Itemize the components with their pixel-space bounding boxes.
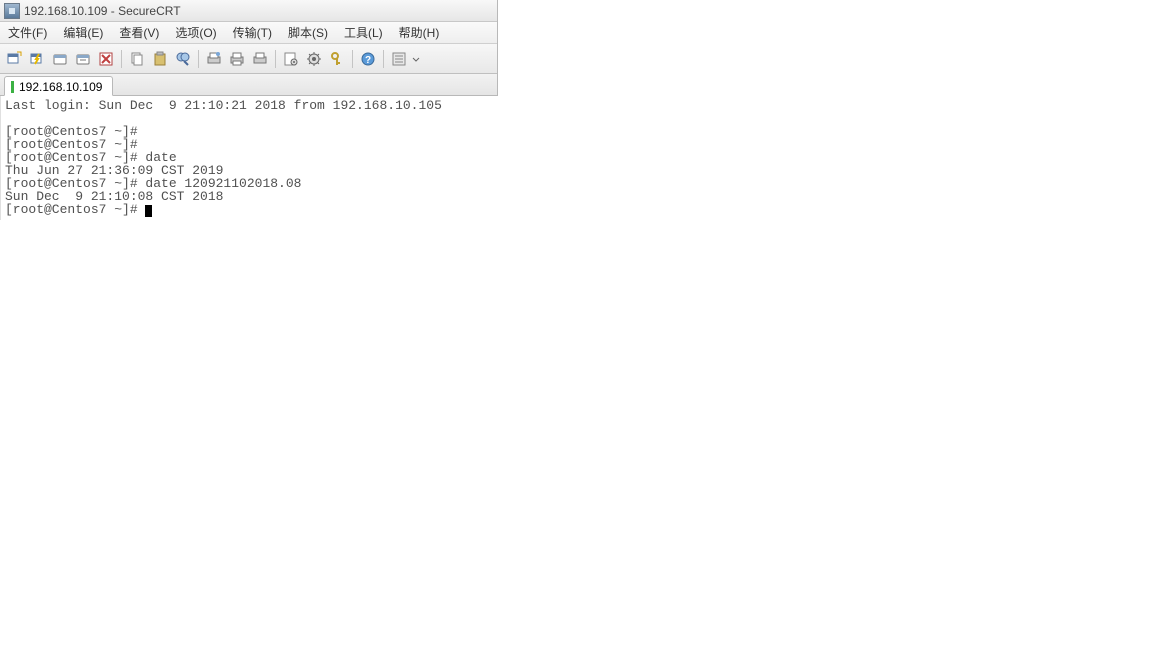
terminal-cursor [145,205,152,217]
tab-status-icon [11,81,14,93]
window-title: 192.168.10.109 - SecureCRT [24,4,181,18]
title-bar: 192.168.10.109 - SecureCRT [0,0,497,22]
find-icon[interactable] [173,49,193,69]
app-icon [4,3,20,19]
session-tab[interactable]: 192.168.10.109 [4,76,113,96]
terminal[interactable]: Last login: Sun Dec 9 21:10:21 2018 from… [0,96,498,220]
menu-file[interactable]: 文件(F) [6,22,49,43]
new-session-icon[interactable] [4,49,24,69]
reconnect-icon[interactable] [50,49,70,69]
keymap-icon[interactable] [327,49,347,69]
help-icon[interactable]: ? [358,49,378,69]
copy-icon[interactable] [127,49,147,69]
toolbar-separator [383,50,384,68]
print-screen-icon[interactable] [250,49,270,69]
svg-text:?: ? [365,55,371,66]
menu-options[interactable]: 选项(O) [173,22,218,43]
toolbar-separator [352,50,353,68]
menu-bar: 文件(F) 编辑(E) 查看(V) 选项(O) 传输(T) 脚本(S) 工具(L… [0,22,497,44]
menu-script[interactable]: 脚本(S) [286,22,330,43]
terminal-output: Last login: Sun Dec 9 21:10:21 2018 from… [5,98,442,217]
paste-icon[interactable] [150,49,170,69]
menu-edit[interactable]: 编辑(E) [61,22,105,43]
session-options-icon[interactable] [281,49,301,69]
toolbar-separator [275,50,276,68]
menu-help[interactable]: 帮助(H) [397,22,442,43]
quick-connect-icon[interactable] [27,49,47,69]
disconnect-icon[interactable] [73,49,93,69]
toolbar-separator [198,50,199,68]
print-icon[interactable] [227,49,247,69]
global-options-icon[interactable] [304,49,324,69]
menu-tools[interactable]: 工具(L) [342,22,385,43]
cancel-icon[interactable] [96,49,116,69]
print-setup-icon[interactable] [204,49,224,69]
tab-label: 192.168.10.109 [19,80,102,94]
tab-bar: 192.168.10.109 [0,74,497,96]
toolbar-separator [121,50,122,68]
menu-transfer[interactable]: 传输(T) [231,22,274,43]
properties-icon[interactable] [389,49,409,69]
toolbar-dropdown-icon[interactable] [412,51,420,67]
toolbar: ? [0,44,497,74]
menu-view[interactable]: 查看(V) [117,22,161,43]
